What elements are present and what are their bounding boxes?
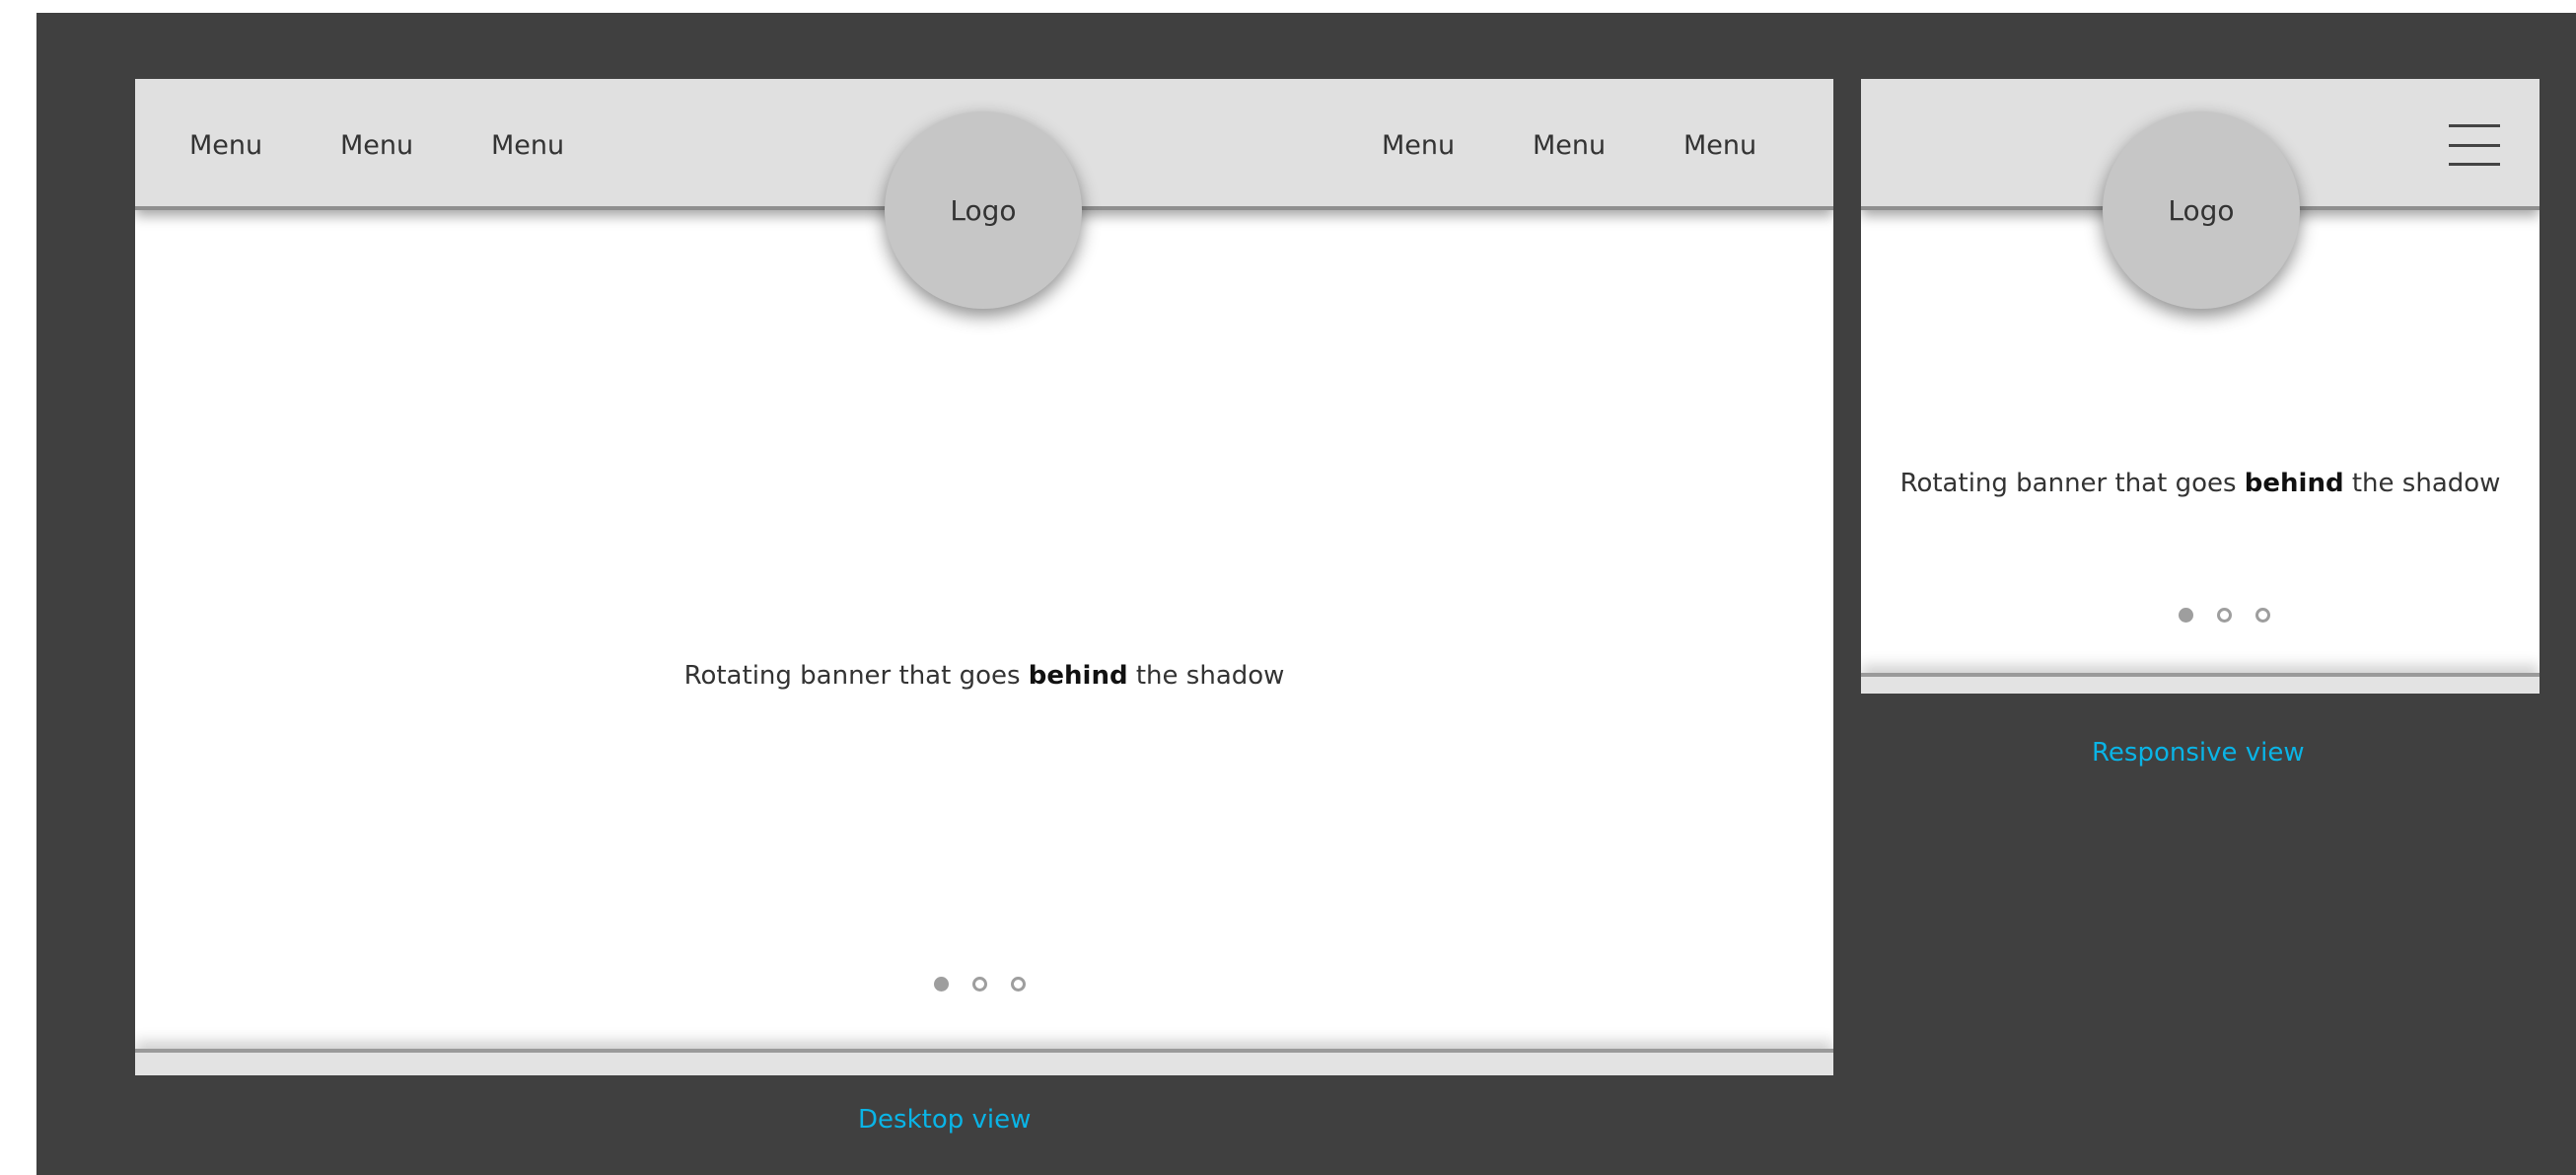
- carousel-dot-1[interactable]: [934, 977, 949, 991]
- desktop-menu-item-6[interactable]: Menu: [1683, 130, 1756, 162]
- responsive-footer: [1861, 673, 2540, 694]
- desktop-mockup: Menu Menu Menu Menu Menu Menu Logo Rotat…: [135, 79, 1833, 1075]
- hamburger-line-top: [2449, 124, 2500, 127]
- desktop-footer: [135, 1049, 1833, 1075]
- desktop-view-caption: Desktop view: [858, 1105, 1032, 1135]
- desktop-menu-item-2[interactable]: Menu: [340, 130, 413, 162]
- responsive-mockup: Logo Rotating banner that goes behind th…: [1861, 79, 2540, 694]
- carousel-dot-2[interactable]: [972, 977, 987, 991]
- hamburger-line-bottom: [2449, 163, 2500, 166]
- responsive-banner-text-bold: behind: [2244, 469, 2344, 498]
- desktop-menu-item-5[interactable]: Menu: [1533, 130, 1606, 162]
- hamburger-line-middle: [2449, 143, 2500, 147]
- responsive-carousel-dot-3[interactable]: [2255, 608, 2270, 623]
- responsive-view-caption: Responsive view: [2092, 738, 2305, 768]
- desktop-logo[interactable]: Logo: [885, 111, 1082, 309]
- carousel-dot-3[interactable]: [1011, 977, 1026, 991]
- responsive-banner-text: Rotating banner that goes behind the sha…: [1861, 469, 2540, 498]
- desktop-menu-item-1[interactable]: Menu: [189, 130, 262, 162]
- hamburger-menu-icon[interactable]: [2449, 124, 2500, 166]
- desktop-banner-text-start: Rotating banner that goes: [683, 661, 1029, 691]
- desktop-banner-text: Rotating banner that goes behind the sha…: [135, 661, 1833, 691]
- desktop-carousel-dots: [934, 977, 1026, 991]
- responsive-banner-text-end: the shadow: [2343, 469, 2501, 498]
- desktop-menu-item-3[interactable]: Menu: [491, 130, 564, 162]
- responsive-banner-text-start: Rotating banner that goes: [1899, 469, 2245, 498]
- canvas-background: Menu Menu Menu Menu Menu Menu Logo Rotat…: [36, 13, 2576, 1175]
- responsive-logo-label: Logo: [2168, 193, 2235, 227]
- responsive-carousel-dots: [2179, 608, 2270, 623]
- desktop-banner-text-bold: behind: [1028, 661, 1128, 691]
- responsive-carousel-dot-2[interactable]: [2217, 608, 2232, 623]
- responsive-logo[interactable]: Logo: [2103, 111, 2300, 309]
- desktop-menu-item-4[interactable]: Menu: [1382, 130, 1455, 162]
- desktop-banner-text-end: the shadow: [1127, 661, 1285, 691]
- desktop-logo-label: Logo: [950, 193, 1017, 227]
- responsive-carousel-dot-1[interactable]: [2179, 608, 2193, 623]
